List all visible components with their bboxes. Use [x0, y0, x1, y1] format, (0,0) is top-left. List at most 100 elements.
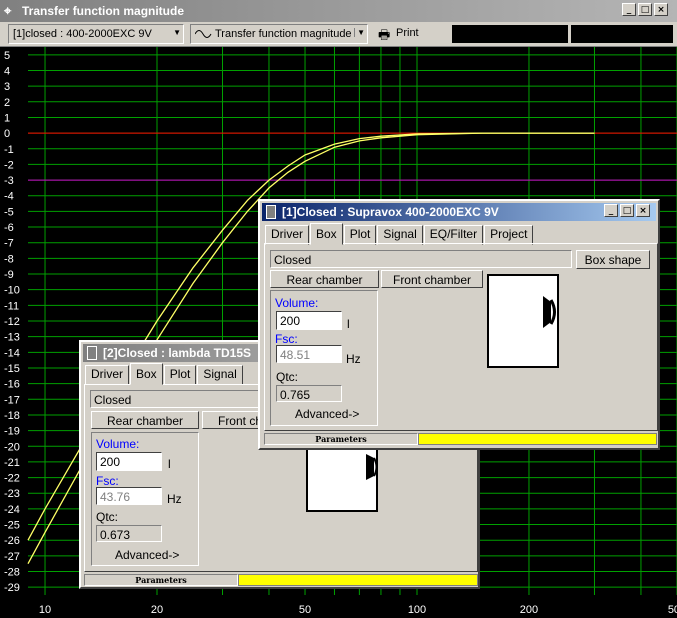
y-tick-label: -5	[4, 206, 14, 218]
y-tick-label: -23	[4, 488, 20, 500]
dialog-1-minimize-button[interactable]: _	[604, 204, 618, 217]
tab-driver[interactable]: Driver	[265, 225, 309, 245]
y-tick-label: -1	[4, 144, 14, 156]
printer-icon: 🖶	[378, 27, 391, 42]
y-tick-label: -2	[4, 159, 14, 171]
parameters-progress-bar	[418, 433, 657, 445]
tab-box[interactable]: Box	[310, 223, 343, 245]
dialog-1-close-button[interactable]: ×	[636, 204, 650, 217]
fsc-input[interactable]: 43.76	[96, 487, 162, 505]
y-tick-label: -9	[4, 269, 14, 281]
tab-signal[interactable]: Signal	[197, 365, 243, 385]
close-button[interactable]: ×	[654, 3, 668, 16]
box-type-value: Closed	[94, 393, 132, 407]
rear-chamber-button[interactable]: Rear chamber	[91, 411, 199, 429]
tab-eq-filter[interactable]: EQ/Filter	[423, 225, 484, 245]
box-type-value: Closed	[274, 253, 312, 267]
qtc-label: Qtc:	[96, 510, 119, 524]
volume-input[interactable]: 200	[276, 311, 342, 330]
fsc-label: Fsc:	[275, 332, 298, 346]
volume-unit: l	[168, 457, 171, 471]
y-tick-label: -7	[4, 238, 14, 250]
project-select[interactable]: [1]closed : 400-2000EXC 9V ▼	[8, 24, 184, 44]
x-tick-label: 50	[299, 604, 311, 616]
y-tick-label: 0	[4, 128, 10, 140]
minimize-button[interactable]: _	[622, 3, 636, 16]
box-shape-preview	[487, 274, 559, 368]
y-tick-label: 2	[4, 97, 10, 109]
y-tick-label: -4	[4, 191, 14, 203]
window-icon	[87, 346, 97, 360]
fsc-label: Fsc:	[96, 474, 119, 488]
y-tick-label: -19	[4, 426, 20, 438]
box-dialog-1: [1]Closed : Supravox 400-2000EXC 9V _ □ …	[258, 199, 660, 450]
y-tick-label: -22	[4, 473, 20, 485]
tab-project[interactable]: Project	[484, 225, 534, 245]
chevron-down-icon: ▼	[354, 28, 365, 37]
fsc-value: 43.76	[100, 490, 131, 504]
readout-display-1	[452, 25, 568, 43]
volume-value: 200	[100, 455, 121, 469]
x-tick-label: 20	[151, 604, 163, 616]
main-title-bar: ⌖ Transfer function magnitude _ □ ×	[0, 0, 677, 22]
y-tick-label: -18	[4, 410, 20, 422]
qtc-value: 0.673	[100, 528, 131, 542]
front-chamber-button[interactable]: Front chamber	[381, 270, 483, 288]
speaker-driver-icon	[543, 296, 556, 328]
box-shape-button[interactable]: Box shape	[576, 250, 650, 269]
box-type-field: Closed	[270, 250, 572, 268]
dialog-1-status: Parameters	[264, 433, 657, 445]
y-tick-label: -3	[4, 175, 14, 187]
volume-unit: l	[347, 317, 350, 331]
y-tick-label: 3	[4, 81, 10, 93]
dialog-1-tabs: Driver Box Plot Signal EQ/Filter Project	[265, 223, 534, 245]
chevron-down-icon: ▼	[173, 28, 181, 37]
dialog-2-status: Parameters	[84, 574, 478, 586]
y-tick-label: -10	[4, 285, 20, 297]
fsc-input[interactable]: 48.51	[276, 345, 342, 363]
fsc-value: 48.51	[280, 348, 311, 362]
y-tick-label: -11	[4, 300, 19, 312]
box-shape-preview	[306, 448, 378, 512]
toolbar: [1]closed : 400-2000EXC 9V ▼ Transfer fu…	[0, 22, 677, 47]
project-select-value: [1]closed : 400-2000EXC 9V	[13, 28, 152, 40]
y-tick-label: -13	[4, 332, 20, 344]
y-tick-label: -17	[4, 394, 20, 406]
dialog-2-title: [2]Closed : lambda TD15S	[103, 346, 252, 360]
tab-signal[interactable]: Signal	[377, 225, 423, 245]
advanced-button[interactable]: Advanced->	[295, 407, 359, 421]
dialog-1-title-bar: [1]Closed : Supravox 400-2000EXC 9V _ □ …	[262, 203, 656, 221]
qtc-label: Qtc:	[276, 370, 299, 384]
qtc-field: 0.765	[276, 385, 342, 402]
y-tick-label: -20	[4, 441, 20, 453]
maximize-button[interactable]: □	[638, 3, 652, 16]
tab-driver[interactable]: Driver	[85, 365, 129, 385]
y-tick-label: 4	[4, 65, 10, 77]
box-shape-label: Box shape	[584, 253, 642, 267]
tab-plot[interactable]: Plot	[163, 365, 197, 385]
rear-chamber-button[interactable]: Rear chamber	[270, 270, 379, 288]
print-button[interactable]: 🖶 Print	[374, 24, 444, 44]
tab-plot[interactable]: Plot	[343, 225, 377, 245]
y-tick-label: -6	[4, 222, 14, 234]
view-select[interactable]: Transfer function magnitude ▼	[190, 24, 368, 44]
y-tick-label: -26	[4, 535, 20, 547]
advanced-button[interactable]: Advanced->	[115, 548, 179, 562]
y-tick-label: 5	[4, 50, 10, 62]
dialog-1-title: [1]Closed : Supravox 400-2000EXC 9V	[282, 205, 499, 219]
volume-label: Volume:	[96, 437, 140, 451]
dialog-2-tabs: Driver Box Plot Signal	[85, 363, 244, 385]
y-tick-label: -27	[4, 551, 20, 563]
front-chamber-label: Front chamber	[392, 273, 472, 287]
fsc-unit: Hz	[346, 352, 361, 366]
qtc-value: 0.765	[280, 388, 311, 402]
parameters-progress-bar	[238, 574, 478, 586]
y-tick-label: -21	[4, 457, 20, 469]
volume-input[interactable]: 200	[96, 452, 162, 471]
dialog-1-maximize-button[interactable]: □	[620, 204, 634, 217]
window-title: Transfer function magnitude	[22, 4, 185, 18]
tab-box[interactable]: Box	[130, 363, 163, 385]
y-tick-label: -28	[4, 567, 20, 579]
volume-value: 200	[280, 314, 301, 328]
y-tick-label: -8	[4, 253, 14, 265]
